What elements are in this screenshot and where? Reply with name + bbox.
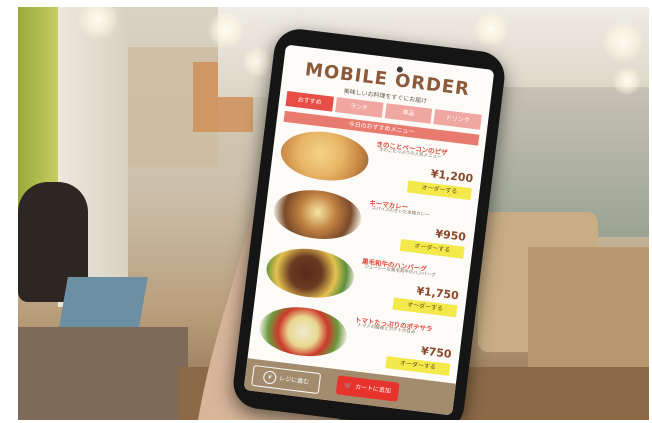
- tab-drink[interactable]: ドリンク: [433, 109, 482, 130]
- pizza-image[interactable]: [278, 126, 372, 186]
- register-button[interactable]: ¥ レジに進む: [251, 364, 322, 395]
- ceiling-light: [243, 47, 273, 77]
- tab-single[interactable]: 単品: [384, 103, 433, 124]
- salad-image[interactable]: [256, 302, 350, 361]
- tab-recommended[interactable]: おすすめ: [285, 91, 334, 112]
- add-to-cart-label: カートに追加: [354, 383, 392, 395]
- add-to-cart-button[interactable]: 🛒 カートに追加: [335, 375, 400, 402]
- yen-icon: ¥: [262, 370, 278, 385]
- ceiling-light: [474, 12, 508, 46]
- ceiling-light: [208, 12, 244, 48]
- cart-icon: 🛒: [344, 382, 353, 391]
- hamburg-image[interactable]: [263, 243, 357, 303]
- ceiling-light: [613, 67, 641, 95]
- laptop: [58, 277, 148, 332]
- restaurant-photo: MOBILE ORDER 美味しいお料理をすぐにお届け おすすめ ランチ 単品 …: [18, 7, 649, 420]
- tab-lunch[interactable]: ランチ: [334, 97, 384, 118]
- ceiling-light: [603, 22, 643, 62]
- curry-image[interactable]: [270, 185, 365, 244]
- phone-screen: MOBILE ORDER 美味しいお料理をすぐにお届け おすすめ ランチ 単品 …: [243, 44, 495, 416]
- register-button-label: レジに進む: [278, 375, 310, 386]
- smartphone: MOBILE ORDER 美味しいお料理をすぐにお届け おすすめ ランチ 単品 …: [230, 26, 508, 420]
